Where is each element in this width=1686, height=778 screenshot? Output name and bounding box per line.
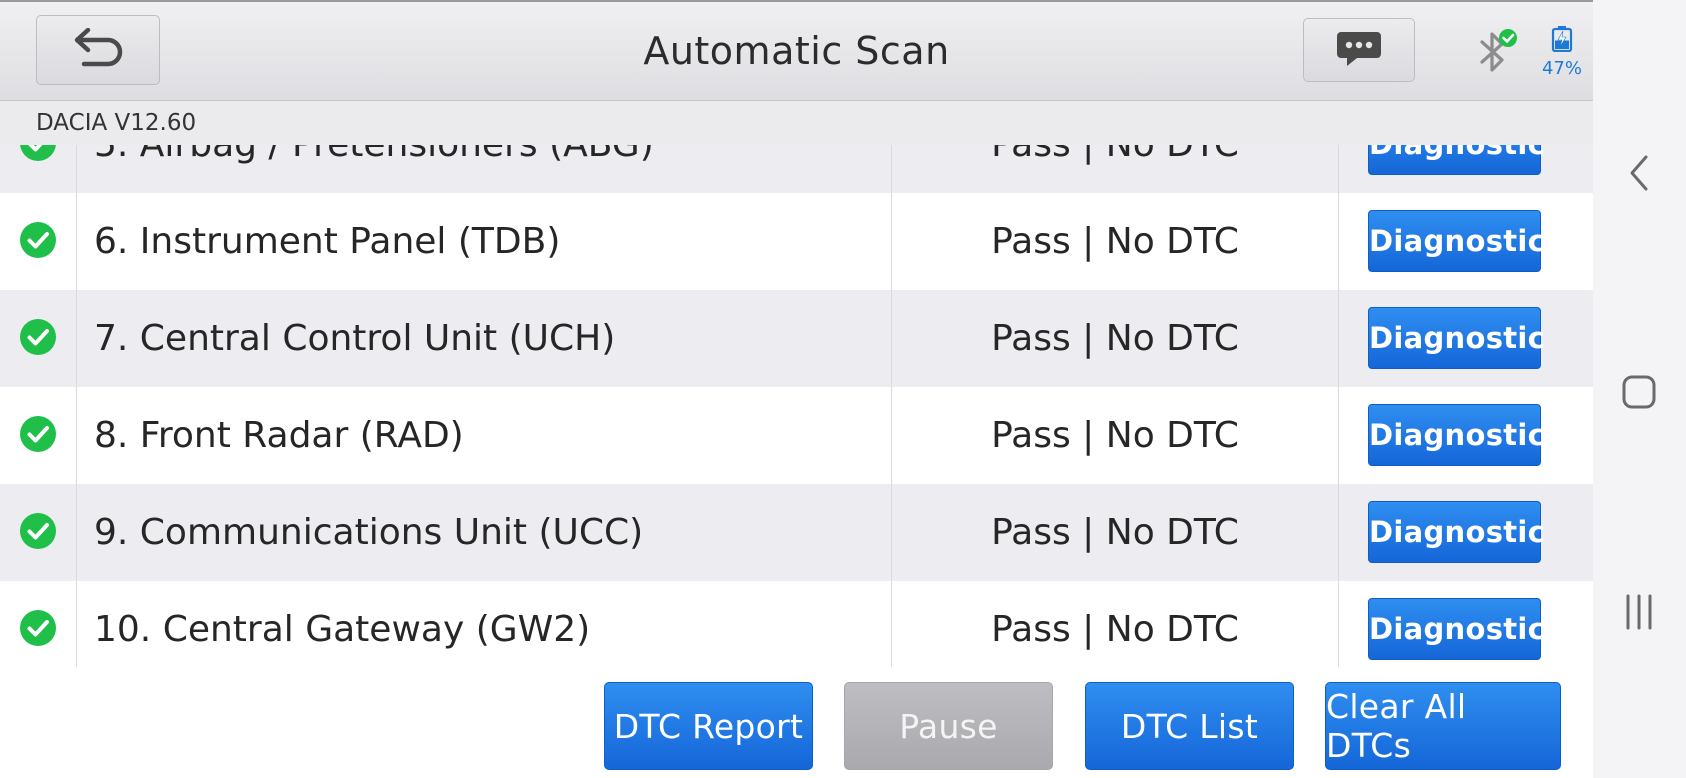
app-window: Automatic Scan 47% DACIA V12.60 6. Instr… bbox=[0, 0, 1593, 778]
status-cell bbox=[0, 581, 76, 667]
diagnostic-button[interactable]: Diagnostic bbox=[1368, 210, 1545, 272]
dtc-report-button[interactable]: DTC Report bbox=[604, 682, 813, 770]
column-divider bbox=[76, 290, 77, 387]
check-circle-icon bbox=[19, 221, 57, 263]
system-nav-bar bbox=[1593, 0, 1686, 778]
dtc-list-button[interactable]: DTC List bbox=[1085, 682, 1294, 770]
column-divider bbox=[1338, 145, 1339, 193]
check-circle-icon bbox=[19, 415, 57, 457]
column-divider bbox=[1338, 193, 1339, 290]
table-row: 6. Instrument Panel (TDB) Pass | No DTC Di… bbox=[0, 193, 1593, 290]
column-divider bbox=[76, 484, 77, 581]
check-circle-icon bbox=[19, 512, 57, 554]
table-row: 8. Front Radar (RAD) Pass | No DTC Diagnos… bbox=[0, 387, 1593, 484]
status-cell bbox=[0, 193, 76, 290]
table-row: 7. Central Control Unit (UCH) Pass | No D… bbox=[0, 290, 1593, 387]
nav-recents-button[interactable] bbox=[1609, 584, 1669, 644]
bluetooth-connected-icon bbox=[1476, 28, 1520, 78]
system-table: 5. Airbag / Pretensioners (ABG) Pass | No… bbox=[0, 145, 1593, 667]
nav-back-button[interactable] bbox=[1609, 145, 1669, 205]
column-divider bbox=[1338, 484, 1339, 581]
system-name: 6. Instrument Panel (TDB) bbox=[94, 221, 561, 262]
system-name: 9. Communications Unit (UCC) bbox=[94, 512, 644, 553]
table-row: 10. Central Gateway (GW2) Pass | No DTC Di… bbox=[0, 581, 1593, 667]
status-cell bbox=[0, 145, 76, 193]
back-arrow-icon bbox=[70, 27, 126, 72]
scan-result: Pass | No DTC bbox=[892, 145, 1338, 193]
column-divider bbox=[76, 581, 77, 667]
check-circle-icon bbox=[19, 318, 57, 360]
nav-home-button[interactable] bbox=[1609, 364, 1669, 424]
column-divider bbox=[1338, 387, 1339, 484]
vehicle-info-bar: DACIA V12.60 bbox=[0, 101, 1593, 145]
top-divider bbox=[0, 0, 1686, 2]
scan-result: Pass | No DTC bbox=[991, 221, 1239, 262]
scan-result: Pass | No DTC bbox=[991, 415, 1239, 456]
top-bar: Automatic Scan 47% bbox=[0, 2, 1593, 101]
system-name: 5. Airbag / Pretensioners (ABG) bbox=[94, 145, 654, 193]
check-circle-icon bbox=[19, 145, 57, 166]
clear-all-dtcs-button[interactable]: Clear All DTCs bbox=[1325, 682, 1561, 770]
status-cell bbox=[0, 484, 76, 581]
column-divider bbox=[76, 193, 77, 290]
nav-recents-icon bbox=[1619, 592, 1659, 636]
diagnostic-button[interactable]: Diagnostic bbox=[1368, 404, 1545, 466]
battery-percent: 47% bbox=[1541, 58, 1582, 79]
check-circle-icon bbox=[19, 609, 57, 651]
status-cell bbox=[0, 290, 76, 387]
column-divider bbox=[1338, 290, 1339, 387]
battery-indicator: 47% bbox=[1540, 26, 1584, 79]
nav-home-icon bbox=[1619, 372, 1659, 416]
nav-back-icon bbox=[1624, 153, 1654, 197]
column-divider bbox=[1338, 581, 1339, 667]
battery-icon bbox=[1550, 26, 1574, 56]
diagnostic-button[interactable]: Diagnostic bbox=[1368, 145, 1545, 175]
action-bar: DTC Report Pause DTC List Clear All DTCs bbox=[0, 667, 1593, 778]
system-list[interactable]: 5. Airbag / Pretensioners (ABG) Pass | No… bbox=[0, 145, 1593, 667]
scan-result: Pass | No DTC bbox=[991, 318, 1239, 359]
table-row: 5. Airbag / Pretensioners (ABG) Pass | No… bbox=[0, 145, 1593, 193]
status-cell bbox=[0, 387, 76, 484]
scan-result: Pass | No DTC bbox=[991, 609, 1239, 650]
message-button[interactable] bbox=[1303, 18, 1415, 82]
system-name: 10. Central Gateway (GW2) bbox=[94, 609, 591, 650]
pause-button[interactable]: Pause bbox=[844, 682, 1053, 770]
diagnostic-button[interactable]: Diagnostic bbox=[1368, 307, 1545, 369]
back-button[interactable] bbox=[36, 15, 160, 85]
column-divider bbox=[76, 145, 77, 193]
diagnostic-button[interactable]: Diagnostic bbox=[1368, 598, 1545, 660]
column-divider bbox=[76, 387, 77, 484]
system-name: 7. Central Control Unit (UCH) bbox=[94, 318, 616, 359]
diagnostic-button[interactable]: Diagnostic bbox=[1368, 501, 1545, 563]
chat-bubble-icon bbox=[1335, 28, 1383, 72]
scan-result: Pass | No DTC bbox=[991, 512, 1239, 553]
vehicle-version: DACIA V12.60 bbox=[36, 110, 197, 136]
system-name: 8. Front Radar (RAD) bbox=[94, 415, 464, 456]
table-row: 9. Communications Unit (UCC) Pass | No DT… bbox=[0, 484, 1593, 581]
